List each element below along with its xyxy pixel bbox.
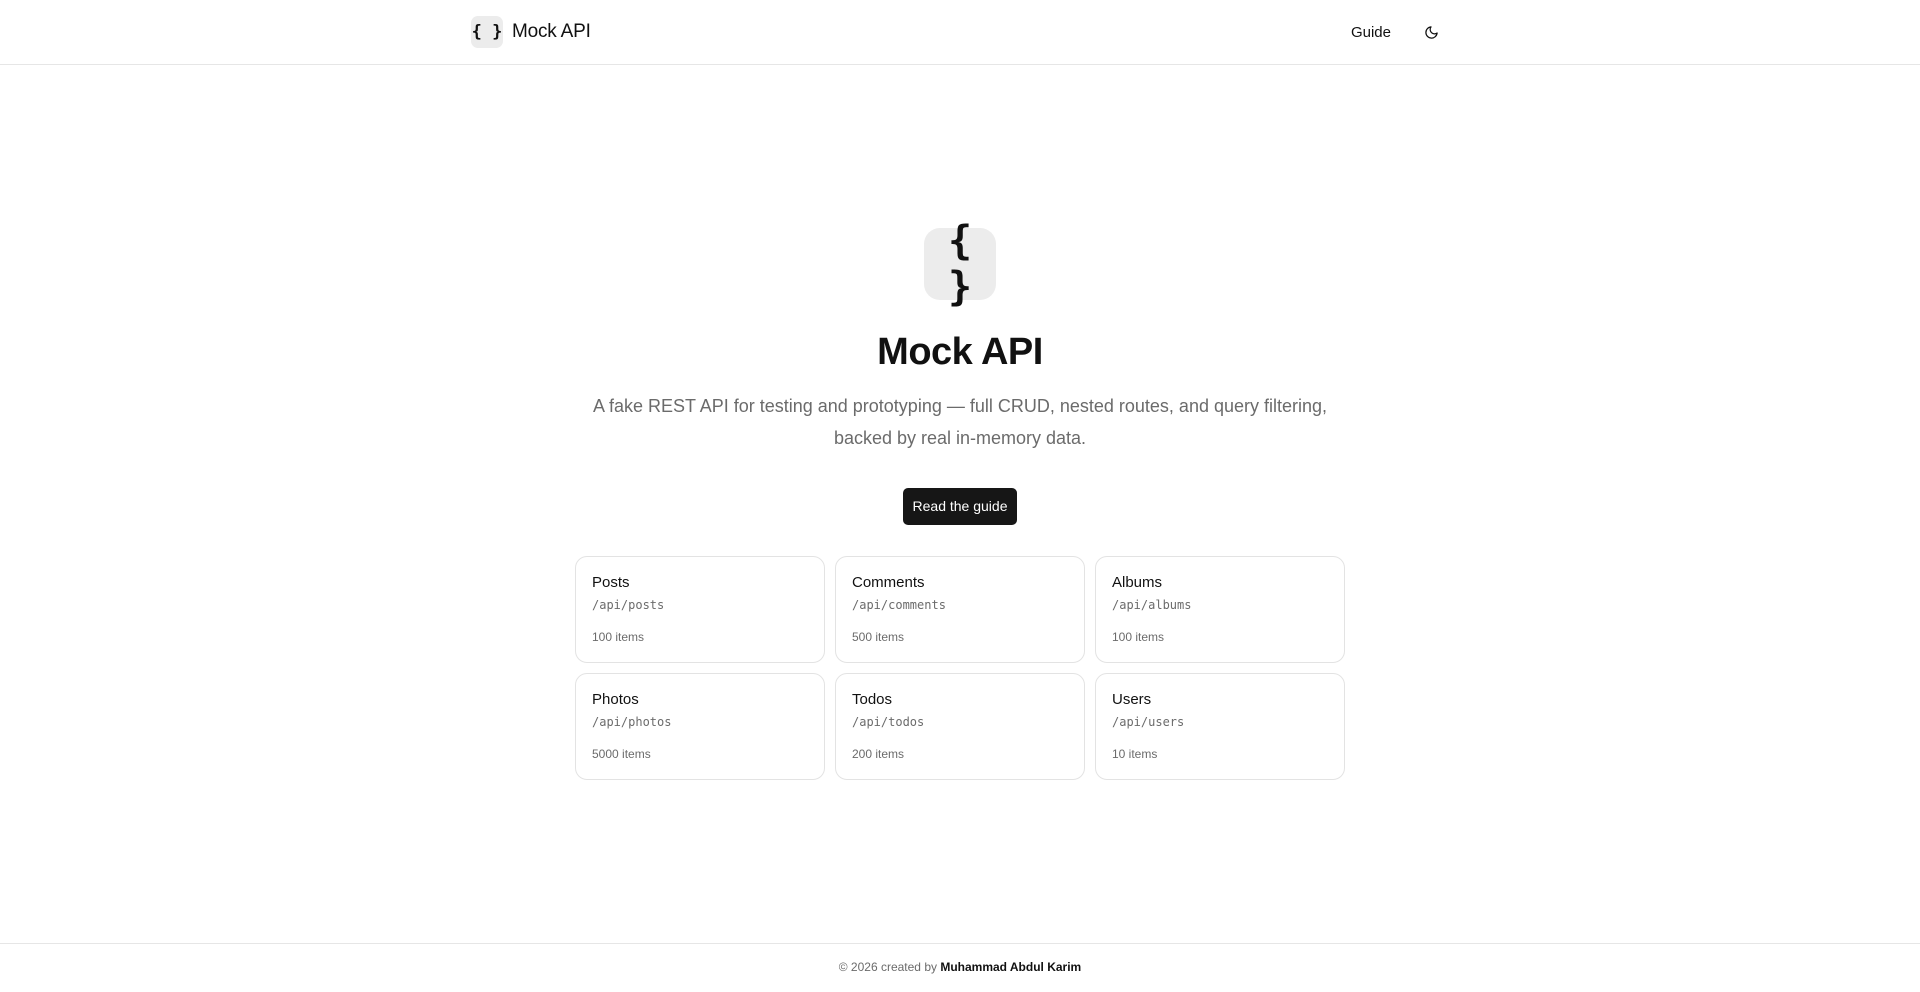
moon-icon (1424, 25, 1438, 39)
resource-count: 10 items (1112, 747, 1158, 761)
site-footer: © 2026 created by Muhammad Abdul Karim (0, 943, 1920, 992)
resource-count: 200 items (852, 747, 905, 761)
nav-guide-link[interactable]: Guide (1341, 18, 1401, 47)
resource-name: Todos (852, 691, 893, 708)
hero-section: { } Mock API A fake REST API for testing… (0, 218, 1920, 525)
resource-card-albums[interactable]: Albums /api/albums 100 items (1095, 556, 1345, 663)
page-title: Mock API (877, 331, 1043, 373)
footer-author: Muhammad Abdul Karim (940, 960, 1082, 974)
footer-copyright: © 2026 created by (838, 960, 941, 974)
hero-braces-icon: { } (924, 218, 996, 310)
resource-path: /api/comments (852, 598, 946, 612)
resource-path: /api/todos (852, 715, 925, 729)
brand-name: Mock API (512, 21, 591, 42)
resource-card-photos[interactable]: Photos /api/photos 5000 items (575, 673, 825, 780)
hero-description: A fake REST API for testing and prototyp… (592, 396, 1328, 448)
resource-count: 5000 items (592, 747, 651, 761)
resource-path: /api/photos (592, 715, 672, 729)
resource-card-posts[interactable]: Posts /api/posts 100 items (575, 556, 825, 663)
site-header: { } Mock API Guide (0, 0, 1920, 65)
resource-card-todos[interactable]: Todos /api/todos 200 items (835, 673, 1085, 780)
read-guide-button[interactable]: Read the guide (902, 488, 1018, 525)
resource-name: Albums (1112, 574, 1163, 591)
resource-name: Users (1112, 691, 1152, 708)
brand-link[interactable]: { } Mock API (471, 16, 591, 48)
resource-count: 100 items (1112, 630, 1165, 644)
resource-path: /api/users (1112, 715, 1185, 729)
resource-path: /api/posts (592, 598, 665, 612)
resource-name: Photos (592, 691, 639, 708)
resource-card-comments[interactable]: Comments /api/comments 500 items (835, 556, 1085, 663)
resource-grid: Posts /api/posts 100 items Comments /api… (575, 556, 1345, 780)
resource-path: /api/albums (1112, 598, 1192, 612)
resource-count: 100 items (592, 630, 645, 644)
resource-count: 500 items (852, 630, 905, 644)
resource-name: Comments (852, 574, 925, 591)
braces-logo-icon: { } (471, 16, 503, 48)
resource-name: Posts (592, 574, 630, 591)
resource-card-users[interactable]: Users /api/users 10 items (1095, 673, 1345, 780)
header-nav: Guide (1341, 16, 1447, 48)
theme-toggle-button[interactable] (1415, 16, 1447, 48)
